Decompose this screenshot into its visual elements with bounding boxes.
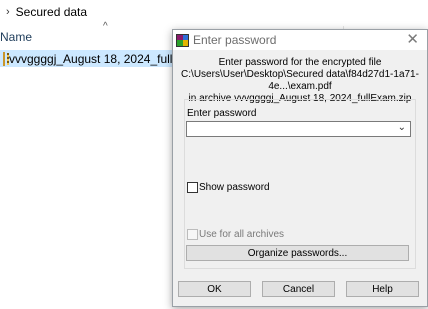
password-input[interactable]: ⌄ (186, 121, 411, 137)
sort-up-icon: ^ (103, 21, 108, 32)
dialog-message: Enter password for the encrypted file C:… (173, 57, 427, 105)
ok-button[interactable]: OK (178, 281, 251, 297)
close-icon[interactable]: ✕ (406, 32, 419, 48)
message-line: Enter password for the encrypted file (218, 57, 382, 68)
name-column-header[interactable]: Name (0, 30, 32, 44)
enter-password-dialog: Enter password ✕ Enter password for the … (172, 29, 428, 307)
show-password-label[interactable]: Show password (199, 182, 270, 193)
use-for-all-archives-checkbox[interactable] (187, 229, 198, 240)
help-button[interactable]: Help (346, 281, 419, 297)
breadcrumb[interactable]: › Secured data (6, 4, 87, 20)
use-for-all-archives-label[interactable]: Use for all archives (199, 229, 284, 240)
organize-passwords-button[interactable]: Organize passwords... (186, 245, 409, 261)
chevron-down-icon[interactable]: ⌄ (398, 122, 406, 133)
file-row[interactable]: vvvggggj_August 18, 2024_fullExam.zip (0, 50, 222, 67)
cancel-button[interactable]: Cancel (262, 281, 335, 297)
chevron-right-icon[interactable]: › (6, 6, 10, 18)
zip-archive-icon (3, 51, 9, 66)
breadcrumb-folder[interactable]: Secured data (16, 5, 87, 19)
show-password-checkbox[interactable] (187, 182, 198, 193)
winrar-icon (176, 33, 189, 47)
dialog-titlebar[interactable]: Enter password ✕ (173, 30, 427, 50)
dialog-title: Enter password (193, 33, 277, 47)
password-label: Enter password (187, 108, 257, 119)
file-path: C:\Users\User\Desktop\Secured data\f84d2… (181, 69, 419, 92)
